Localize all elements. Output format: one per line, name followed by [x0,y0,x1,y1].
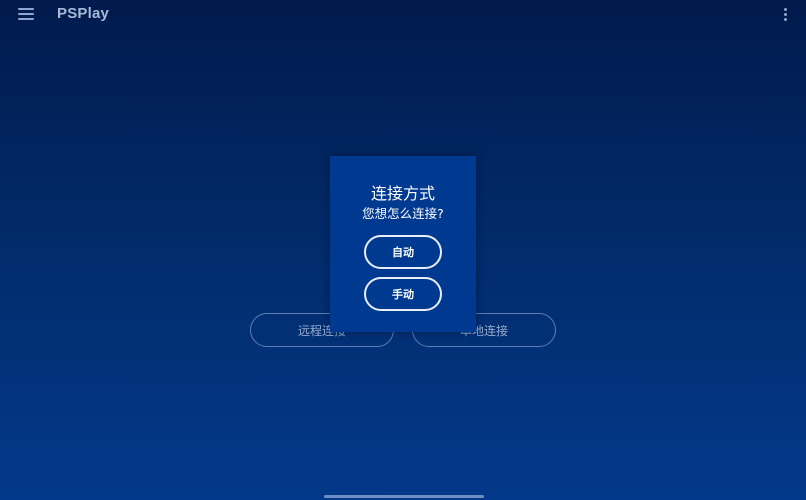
more-icon-dot [783,18,787,21]
connection-method-dialog: 连接方式 您想怎么连接? 自动 手动 [330,156,476,332]
top-bar: PSPlay [0,0,806,28]
dialog-title: 连接方式 [370,184,435,203]
home-indicator[interactable] [324,495,484,498]
menu-icon-line [18,13,34,15]
menu-icon-line [18,8,34,10]
more-options-icon[interactable] [783,8,787,21]
manual-button[interactable]: 手动 [364,277,442,311]
dialog-subtitle: 您想怎么连接? [362,206,444,221]
menu-icon-line [18,18,34,20]
more-icon-dot [783,8,787,11]
hamburger-menu-icon[interactable] [18,8,34,20]
more-icon-dot [783,13,787,16]
auto-button[interactable]: 自动 [364,235,442,269]
app-title: PSPlay [57,5,110,22]
